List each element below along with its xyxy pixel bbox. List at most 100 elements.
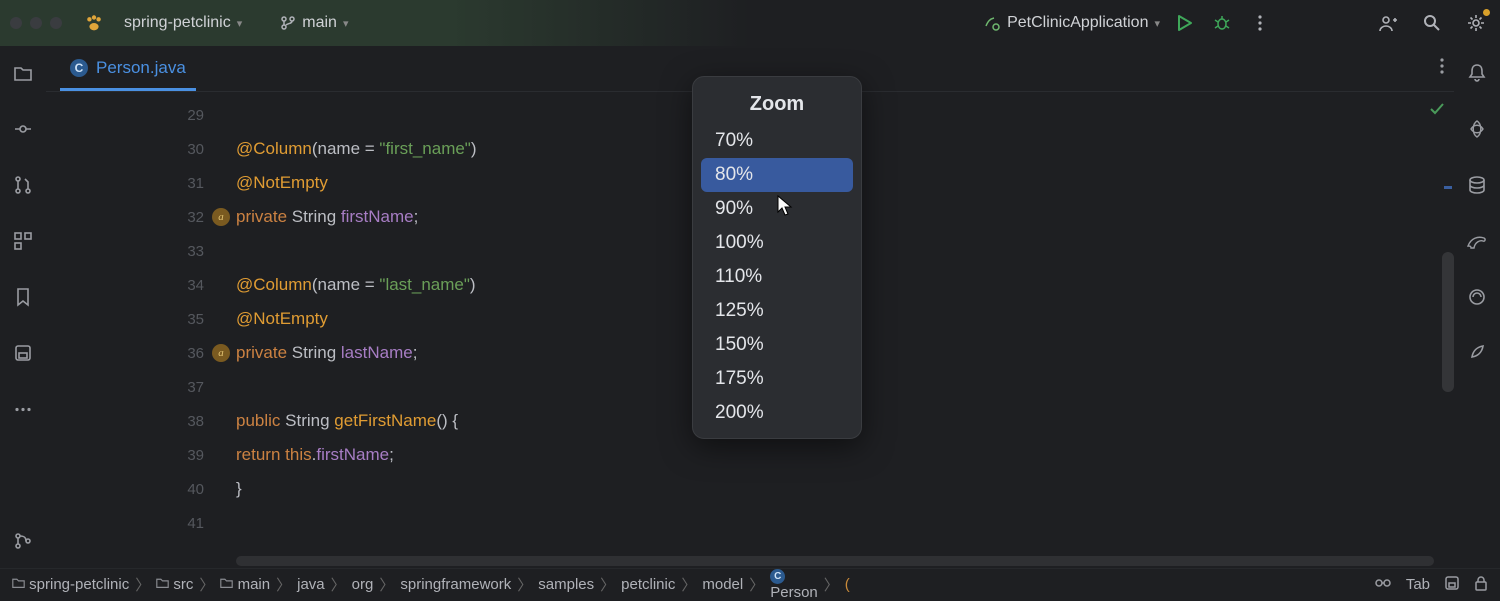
zoom-popup-title: Zoom: [701, 85, 853, 124]
run-configuration-selector[interactable]: PetClinicApplication ▾: [983, 14, 1160, 32]
breadcrumb-segment[interactable]: springframework: [400, 576, 511, 593]
notifications-tool-button[interactable]: [1464, 60, 1490, 86]
breadcrumb-segment[interactable]: model: [702, 576, 743, 593]
gutter-line[interactable]: 35: [46, 302, 236, 336]
gutter-line[interactable]: 38: [46, 404, 236, 438]
breadcrumb-separator: 〉: [600, 574, 615, 595]
gutter-annotation-marker[interactable]: a: [212, 208, 230, 226]
breadcrumb-separator: 〉: [681, 574, 696, 595]
indent-label[interactable]: Tab: [1406, 576, 1430, 593]
database-tool-button-left[interactable]: [10, 340, 36, 366]
project-tool-button[interactable]: [10, 60, 36, 86]
more-tools-button[interactable]: [10, 396, 36, 422]
person-add-icon: [1378, 13, 1398, 33]
project-icon: [82, 11, 106, 35]
settings-button[interactable]: [1462, 9, 1490, 37]
maximize-window-dot[interactable]: [50, 17, 62, 29]
lock-icon[interactable]: [1474, 575, 1488, 595]
breadcrumb-segment[interactable]: petclinic: [621, 576, 675, 593]
folder-icon: [156, 576, 169, 593]
indent-settings-icon[interactable]: [1444, 575, 1460, 595]
zoom-option[interactable]: 70%: [701, 124, 853, 158]
project-name: spring-petclinic: [124, 14, 231, 32]
breadcrumb-tail: (: [845, 576, 850, 593]
structure-tool-button[interactable]: [10, 228, 36, 254]
breadcrumb-segment[interactable]: samples: [538, 576, 594, 593]
debug-button[interactable]: [1208, 9, 1236, 37]
run-button[interactable]: [1170, 9, 1198, 37]
gutter-line[interactable]: 31: [46, 166, 236, 200]
chevron-down-icon: ▾: [237, 17, 243, 30]
kebab-icon: [1258, 15, 1262, 31]
close-window-dot[interactable]: [10, 17, 22, 29]
breadcrumb-segment[interactable]: spring-petclinic: [12, 576, 129, 593]
commit-tool-button[interactable]: [10, 116, 36, 142]
code-line[interactable]: [236, 506, 1454, 540]
chevron-down-icon: ▾: [1154, 17, 1160, 30]
breadcrumb[interactable]: spring-petclinic 〉 src 〉 main 〉 java 〉 o…: [12, 569, 850, 601]
class-file-icon: C: [770, 569, 785, 584]
tab-options-button[interactable]: [1440, 58, 1444, 79]
breadcrumb-segment[interactable]: src: [156, 576, 193, 593]
vcs-branch-selector[interactable]: main ▾: [272, 10, 356, 36]
vertical-scrollbar[interactable]: [1442, 252, 1454, 392]
zoom-option[interactable]: 110%: [701, 260, 853, 294]
gutter-line[interactable]: 33: [46, 234, 236, 268]
zoom-option[interactable]: 90%: [701, 192, 853, 226]
gutter-line[interactable]: 39: [46, 438, 236, 472]
code-with-me-button[interactable]: [1374, 9, 1402, 37]
branch-icon: [280, 15, 296, 31]
code-line[interactable]: }: [236, 472, 1454, 506]
zoom-option[interactable]: 80%: [701, 158, 853, 192]
gutter-line[interactable]: 40: [46, 472, 236, 506]
breadcrumb-segment[interactable]: java: [297, 576, 325, 593]
gutter-line[interactable]: 32a: [46, 200, 236, 234]
zoom-option[interactable]: 125%: [701, 294, 853, 328]
search-everywhere-button[interactable]: [1418, 9, 1446, 37]
more-actions-button[interactable]: [1246, 9, 1274, 37]
gutter-line[interactable]: 37: [46, 370, 236, 404]
stripe-marker[interactable]: [1444, 186, 1452, 189]
dependencies-tool-button[interactable]: [1464, 284, 1490, 310]
gutter-line[interactable]: 36a: [46, 336, 236, 370]
gutter-line[interactable]: 30: [46, 132, 236, 166]
left-tool-rail: [0, 46, 46, 568]
zoom-option[interactable]: 150%: [701, 328, 853, 362]
zoom-option[interactable]: 175%: [701, 362, 853, 396]
gutter-line[interactable]: 41: [46, 506, 236, 540]
gutter-line[interactable]: 29: [46, 98, 236, 132]
bookmarks-tool-button[interactable]: [10, 284, 36, 310]
folder-icon: [220, 576, 233, 593]
code-line[interactable]: return this.firstName;: [236, 438, 1454, 472]
zoom-option[interactable]: 100%: [701, 226, 853, 260]
gutter-line[interactable]: 34: [46, 268, 236, 302]
chevron-down-icon: ▾: [343, 17, 349, 30]
reader-mode-icon[interactable]: [1374, 574, 1392, 596]
editor-gutter[interactable]: 29303132a33343536a3738394041: [46, 92, 236, 568]
ai-assistant-tool-button[interactable]: [1464, 116, 1490, 142]
vcs-tool-button[interactable]: [10, 528, 36, 554]
breadcrumb-segment[interactable]: org: [352, 576, 374, 593]
tab-person-java[interactable]: C Person.java: [60, 48, 196, 91]
folder-icon: [12, 576, 25, 593]
breadcrumb-separator: 〉: [824, 574, 839, 595]
gutter-annotation-marker[interactable]: a: [212, 344, 230, 362]
database-tool-button[interactable]: [1464, 172, 1490, 198]
breadcrumb-segment[interactable]: main: [220, 576, 270, 593]
pull-requests-tool-button[interactable]: [10, 172, 36, 198]
zoom-option[interactable]: 200%: [701, 396, 853, 430]
right-tool-rail: [1454, 46, 1500, 568]
spring-tool-button[interactable]: [1464, 340, 1490, 366]
kebab-icon: [1440, 58, 1444, 74]
window-controls: [10, 17, 62, 29]
gradle-tool-button[interactable]: [1464, 228, 1490, 254]
play-icon: [1175, 14, 1193, 32]
gear-icon: [1466, 13, 1486, 33]
minimize-window-dot[interactable]: [30, 17, 42, 29]
update-badge: [1483, 9, 1490, 16]
breadcrumb-segment[interactable]: C Person: [770, 569, 818, 601]
breadcrumb-separator: 〉: [749, 574, 764, 595]
breadcrumb-separator: 〉: [331, 574, 346, 595]
horizontal-scrollbar[interactable]: [236, 556, 1434, 566]
project-selector[interactable]: spring-petclinic ▾: [116, 10, 250, 36]
